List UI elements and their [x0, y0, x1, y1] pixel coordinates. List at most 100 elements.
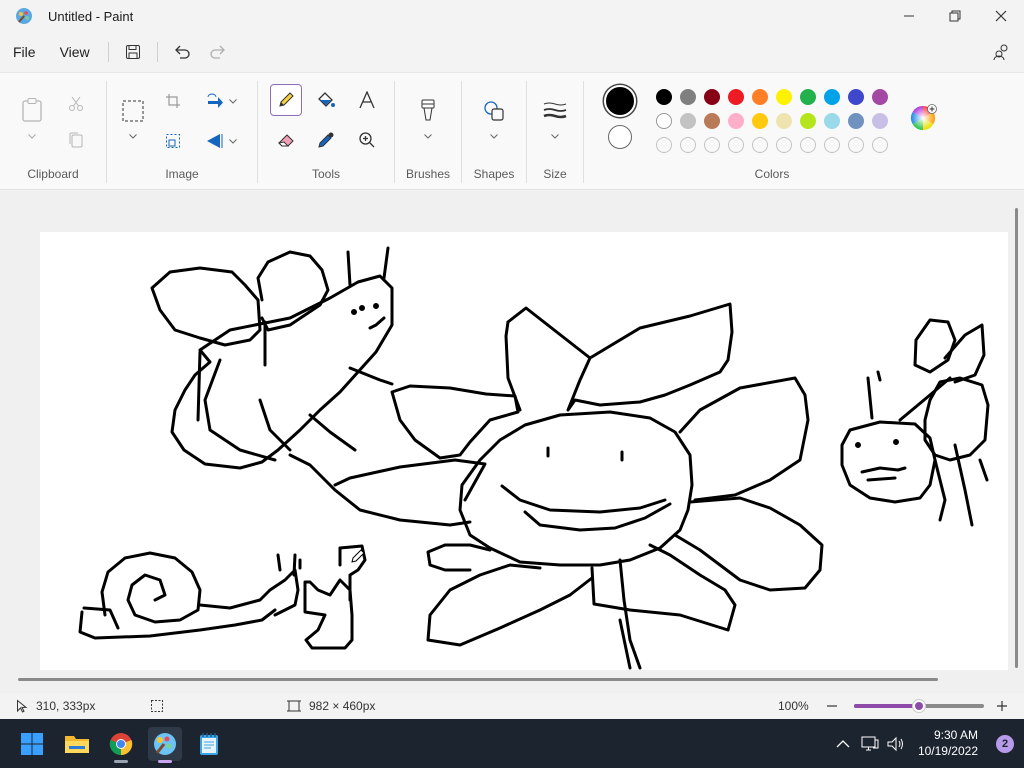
eraser-tool-button[interactable]	[272, 126, 300, 154]
color-swatch[interactable]	[704, 113, 720, 129]
color-swatch[interactable]	[824, 89, 840, 105]
clipboard-label: Clipboard	[27, 167, 79, 181]
chevron-up-icon	[836, 740, 850, 748]
color-swatch[interactable]	[728, 113, 744, 129]
chevron-down-icon	[229, 138, 237, 144]
start-button[interactable]	[15, 727, 49, 761]
active-indicator	[158, 760, 172, 763]
color-swatch[interactable]	[704, 89, 720, 105]
size-dropdown[interactable]	[548, 129, 562, 143]
select-dropdown[interactable]	[125, 129, 141, 143]
file-menu[interactable]: File	[1, 36, 48, 68]
custom-color-slot[interactable]	[728, 137, 744, 153]
magnifier-button[interactable]	[353, 126, 381, 154]
color-swatch[interactable]	[848, 113, 864, 129]
edit-colors-button[interactable]	[908, 103, 938, 133]
file-explorer-button[interactable]	[60, 727, 94, 761]
color-picker-button[interactable]	[312, 126, 340, 154]
close-button[interactable]	[978, 0, 1024, 32]
custom-color-slot[interactable]	[848, 137, 864, 153]
chrome-button[interactable]	[104, 727, 138, 763]
color-swatch[interactable]	[872, 113, 888, 129]
undo-button[interactable]	[164, 36, 200, 68]
custom-color-slot[interactable]	[704, 137, 720, 153]
restore-button[interactable]	[932, 0, 978, 32]
brushes-dropdown[interactable]	[421, 129, 435, 143]
color-swatch[interactable]	[872, 89, 888, 105]
secondary-color-swatch[interactable]	[608, 125, 632, 149]
copy-icon	[69, 132, 83, 148]
cut-button[interactable]	[62, 91, 90, 117]
custom-color-slot[interactable]	[752, 137, 768, 153]
clock[interactable]: 9:30 AM 10/19/2022	[918, 727, 978, 759]
brushes-group: Brushes	[395, 73, 461, 191]
notepad-button[interactable]	[192, 727, 226, 761]
zoom-slider[interactable]	[854, 693, 984, 719]
horizontal-scrollbar[interactable]	[18, 678, 938, 681]
copy-button[interactable]	[62, 127, 90, 153]
zoom-slider-thumb[interactable]	[912, 699, 926, 713]
custom-color-slot[interactable]	[872, 137, 888, 153]
selection-size	[150, 693, 164, 719]
rotate-dropdown[interactable]	[228, 95, 238, 107]
redo-button[interactable]	[200, 36, 236, 68]
drawing-canvas[interactable]	[40, 232, 1008, 670]
size-button[interactable]	[540, 97, 570, 123]
network-button[interactable]	[858, 727, 882, 761]
select-button[interactable]	[119, 97, 147, 125]
rotate-button[interactable]	[202, 89, 228, 113]
custom-color-slot[interactable]	[656, 137, 672, 153]
crop-button[interactable]	[160, 89, 186, 113]
color-swatch[interactable]	[656, 89, 672, 105]
primary-color-swatch[interactable]	[604, 85, 636, 117]
resize-button[interactable]	[160, 129, 186, 153]
color-swatch[interactable]	[848, 89, 864, 105]
color-swatch[interactable]	[752, 113, 768, 129]
undo-icon	[174, 45, 190, 59]
color-swatch[interactable]	[824, 113, 840, 129]
shapes-button[interactable]	[480, 97, 508, 125]
custom-color-slot[interactable]	[800, 137, 816, 153]
paste-button[interactable]	[18, 95, 46, 125]
color-swatch[interactable]	[800, 113, 816, 129]
paint-bucket-icon	[318, 92, 335, 107]
show-hidden-icons-button[interactable]	[832, 727, 854, 761]
color-swatch[interactable]	[680, 89, 696, 105]
view-menu[interactable]: View	[48, 36, 102, 68]
custom-color-slot[interactable]	[680, 137, 696, 153]
notification-badge[interactable]: 2	[996, 735, 1014, 753]
color-swatch[interactable]	[752, 89, 768, 105]
zoom-out-button[interactable]	[826, 693, 838, 719]
cursor-position-text: 310, 333px	[36, 699, 96, 713]
brushes-button[interactable]	[415, 95, 441, 125]
color-swatch[interactable]	[656, 113, 672, 129]
shapes-dropdown[interactable]	[487, 129, 501, 143]
color-swatch[interactable]	[680, 113, 696, 129]
color-swatch[interactable]	[800, 89, 816, 105]
custom-color-slot[interactable]	[776, 137, 792, 153]
image-label: Image	[165, 167, 199, 181]
custom-color-slot[interactable]	[824, 137, 840, 153]
flip-button[interactable]	[202, 129, 228, 153]
clock-date: 10/19/2022	[917, 744, 978, 758]
fill-tool-button[interactable]	[312, 86, 340, 114]
chevron-down-icon	[551, 133, 559, 139]
paint-taskbar-button[interactable]	[148, 727, 182, 763]
size-label: Size	[543, 167, 567, 181]
zoom-in-button[interactable]	[996, 693, 1008, 719]
flip-dropdown[interactable]	[228, 135, 238, 147]
plus-icon	[997, 701, 1007, 711]
menu-bar: File View	[0, 32, 1024, 72]
paste-dropdown[interactable]	[24, 129, 40, 143]
pencil-tool-button[interactable]	[270, 84, 302, 116]
tools-label: Tools	[311, 167, 340, 181]
color-swatch[interactable]	[776, 113, 792, 129]
color-swatch[interactable]	[728, 89, 744, 105]
volume-button[interactable]	[884, 727, 908, 761]
share-button[interactable]	[984, 36, 1020, 68]
save-button[interactable]	[115, 36, 151, 68]
color-swatch[interactable]	[776, 89, 792, 105]
vertical-scrollbar[interactable]	[1015, 208, 1018, 668]
minimize-button[interactable]	[886, 0, 932, 32]
text-tool-button[interactable]	[353, 86, 381, 114]
